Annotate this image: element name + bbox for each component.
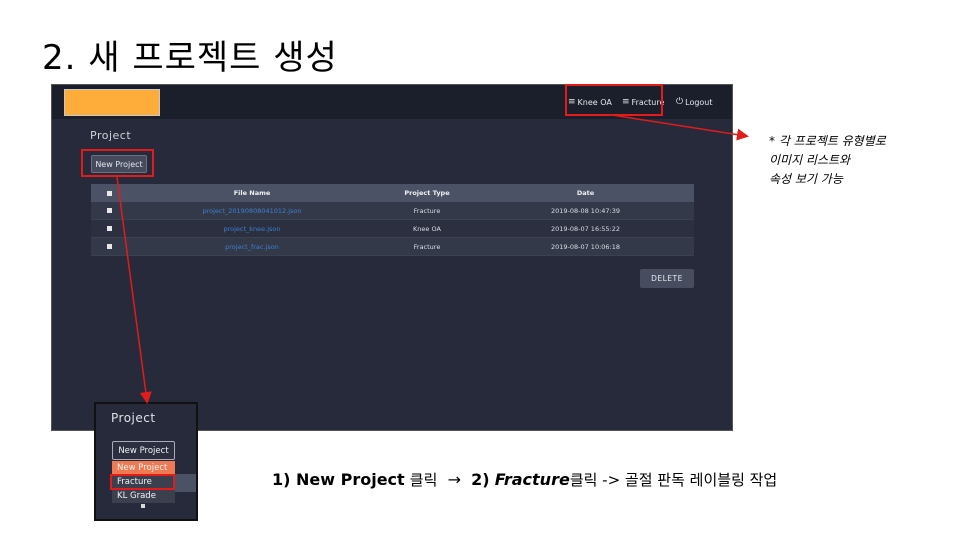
table-header: File Name Project Type Date <box>91 184 694 202</box>
step1-bold: 1) New Project <box>272 470 405 489</box>
power-icon: ⏻ <box>676 97 684 107</box>
highlight-nav-box <box>565 84 663 116</box>
app-screenshot: ≡ Knee OA ≡ Fracture ⏻ Logout Project Ne… <box>51 84 733 431</box>
project-type-cell: Fracture <box>413 242 441 251</box>
table-row[interactable]: project_20190808041012.json Fracture 201… <box>91 202 694 220</box>
step2-text: 클릭 -> 골절 판독 레이블링 작업 <box>569 471 778 489</box>
note-line: * 각 프로젝트 유형별로 <box>769 134 886 148</box>
dropdown-item-kl-grade[interactable]: KL Grade <box>112 489 175 503</box>
select-all-checkbox[interactable] <box>106 190 112 196</box>
project-type-cell: Knee OA <box>413 224 441 233</box>
inset-project-heading: Project <box>111 411 156 425</box>
file-link[interactable]: project_frac.json <box>127 243 377 251</box>
nav-logout-label: Logout <box>685 97 713 107</box>
date-cell: 2019-08-07 16:55:22 <box>550 224 621 233</box>
logo[interactable] <box>64 89 160 116</box>
note-line: 속성 보기 가능 <box>769 172 843 186</box>
step1-text: 클릭 <box>409 471 438 489</box>
row-checkbox[interactable] <box>106 244 112 249</box>
note-line: 이미지 리스트와 <box>769 153 851 167</box>
table-row[interactable]: project_frac.json Fracture 2019-08-07 10… <box>91 238 694 256</box>
steps-caption: 1) New Project 클릭 → 2) Fracture클릭 -> 골절 … <box>272 469 777 490</box>
arrow-icon: → <box>447 470 461 489</box>
table-header-fragment <box>175 474 196 492</box>
file-link[interactable]: project_20190808041012.json <box>127 207 377 215</box>
inset-new-project-button[interactable]: New Project <box>112 441 175 460</box>
slide-title: 2. 새 프로젝트 생성 <box>42 38 338 78</box>
date-cell: 2019-08-08 10:47:39 <box>550 206 621 215</box>
zoom-inset: Project New Project New Project Fracture… <box>94 402 198 521</box>
row-checkbox <box>141 504 145 508</box>
date-cell: 2019-08-07 10:06:18 <box>550 242 621 251</box>
dropdown-item-new-project[interactable]: New Project <box>112 461 175 475</box>
project-type-cell: Fracture <box>413 206 441 215</box>
side-note: * 각 프로젝트 유형별로 이미지 리스트와 속성 보기 가능 <box>769 132 954 189</box>
row-checkbox[interactable] <box>106 208 112 213</box>
column-header[interactable]: Date <box>477 189 694 197</box>
row-checkbox[interactable] <box>106 226 112 231</box>
column-header[interactable]: Project Type <box>377 189 477 197</box>
highlight-fracture-item <box>110 474 175 490</box>
step2-number: 2) <box>471 470 490 489</box>
column-header[interactable]: File Name <box>127 189 377 197</box>
project-table: File Name Project Type Date project_2019… <box>91 184 694 256</box>
nav-logout[interactable]: ⏻ Logout <box>676 85 713 119</box>
highlight-new-project-box <box>81 149 154 177</box>
file-link[interactable]: project_knee.json <box>127 225 377 233</box>
project-heading: Project <box>90 129 132 142</box>
table-row[interactable]: project_knee.json Knee OA 2019-08-07 16:… <box>91 220 694 238</box>
delete-button[interactable]: DELETE <box>640 269 694 288</box>
step2-bold: Fracture <box>494 470 570 489</box>
